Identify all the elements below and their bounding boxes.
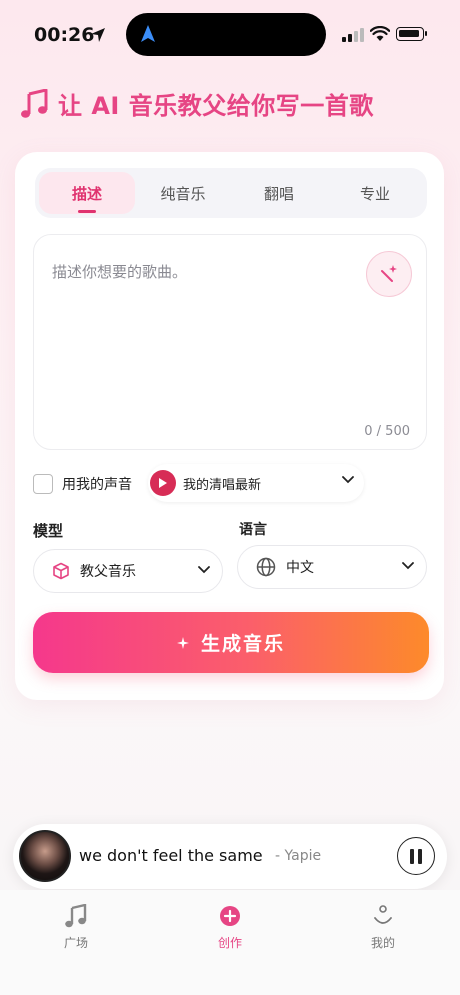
globe-icon <box>256 557 276 577</box>
tab-pro[interactable]: 专业 <box>327 172 423 214</box>
pause-bar-icon <box>418 848 422 864</box>
tab-describe[interactable]: 描述 <box>39 172 135 214</box>
voice-select-value: 我的清唱最新 <box>183 477 262 493</box>
nav-label-create: 创作 <box>217 936 242 950</box>
model-select-value: 教父音乐 <box>80 564 136 580</box>
nav-item-create[interactable]: 创作 <box>190 904 270 951</box>
voice-row: 用我的声音 我的清唱最新 <box>33 464 364 502</box>
tab-cover[interactable]: 翻唱 <box>231 172 327 214</box>
nav-item-mine[interactable]: 我的 <box>343 904 423 951</box>
track-artist: - Yapie <box>275 848 322 864</box>
smiley-profile-icon <box>374 905 392 924</box>
cube-icon <box>52 562 70 580</box>
pause-button[interactable] <box>397 837 435 875</box>
magic-wand-button[interactable] <box>366 251 412 297</box>
generate-music-label: 生成音乐 <box>200 633 285 655</box>
nav-label-plaza: 广场 <box>63 936 88 950</box>
use-my-voice-label: 用我的声音 <box>62 477 132 493</box>
generate-music-button[interactable]: 生成音乐 <box>33 612 429 673</box>
sparkle-icon <box>176 636 189 649</box>
music-note-icon <box>21 88 48 118</box>
chevron-down-icon <box>198 566 210 574</box>
wifi-icon <box>370 26 390 41</box>
char-counter: 0 / 500 <box>364 424 410 439</box>
model-label: 模型 <box>33 522 64 540</box>
battery-icon <box>396 27 427 41</box>
nav-label-mine: 我的 <box>370 936 395 950</box>
description-placeholder: 描述你想要的歌曲。 <box>52 263 188 281</box>
language-select-value: 中文 <box>286 560 314 576</box>
bottom-nav: 广场 创作 我的 <box>0 890 460 995</box>
music-note-icon <box>65 904 87 928</box>
status-time: 00:26 <box>34 24 95 46</box>
plus-circle-icon <box>220 906 240 926</box>
chevron-down-icon <box>402 562 414 570</box>
play-icon <box>150 470 176 496</box>
mode-tabs: 描述 纯音乐 翻唱 专业 <box>35 168 427 218</box>
nav-item-plaza[interactable]: 广场 <box>36 904 116 951</box>
tab-instrumental[interactable]: 纯音乐 <box>135 172 231 214</box>
location-arrow-icon <box>91 28 105 42</box>
pause-bar-icon <box>410 848 414 864</box>
dynamic-island <box>126 13 326 56</box>
use-my-voice-checkbox[interactable] <box>33 474 53 494</box>
page-title: 让 AI 音乐教父给你写一首歌 <box>58 92 374 120</box>
create-card: 描述 纯音乐 翻唱 专业 描述你想要的歌曲。 0 / 500 用我的声音 我的清… <box>15 152 444 700</box>
status-bar: 00:26 <box>0 0 460 70</box>
page-header: 让 AI 音乐教父给你写一首歌 <box>20 86 374 121</box>
model-select[interactable]: 教父音乐 <box>33 549 223 593</box>
track-artwork <box>19 830 71 882</box>
voice-select[interactable]: 我的清唱最新 <box>148 464 364 502</box>
language-label: 语言 <box>239 522 267 538</box>
mini-player[interactable]: we don't feel the same - Yapie <box>13 824 447 889</box>
track-title: we don't feel the same <box>79 846 263 865</box>
description-input[interactable]: 描述你想要的歌曲。 0 / 500 <box>33 234 427 450</box>
cellular-signal-icon <box>342 28 364 42</box>
magic-wand-icon <box>381 265 397 282</box>
navigation-arrow-icon <box>141 25 155 42</box>
language-select[interactable]: 中文 <box>237 545 427 589</box>
chevron-down-icon <box>342 476 354 484</box>
